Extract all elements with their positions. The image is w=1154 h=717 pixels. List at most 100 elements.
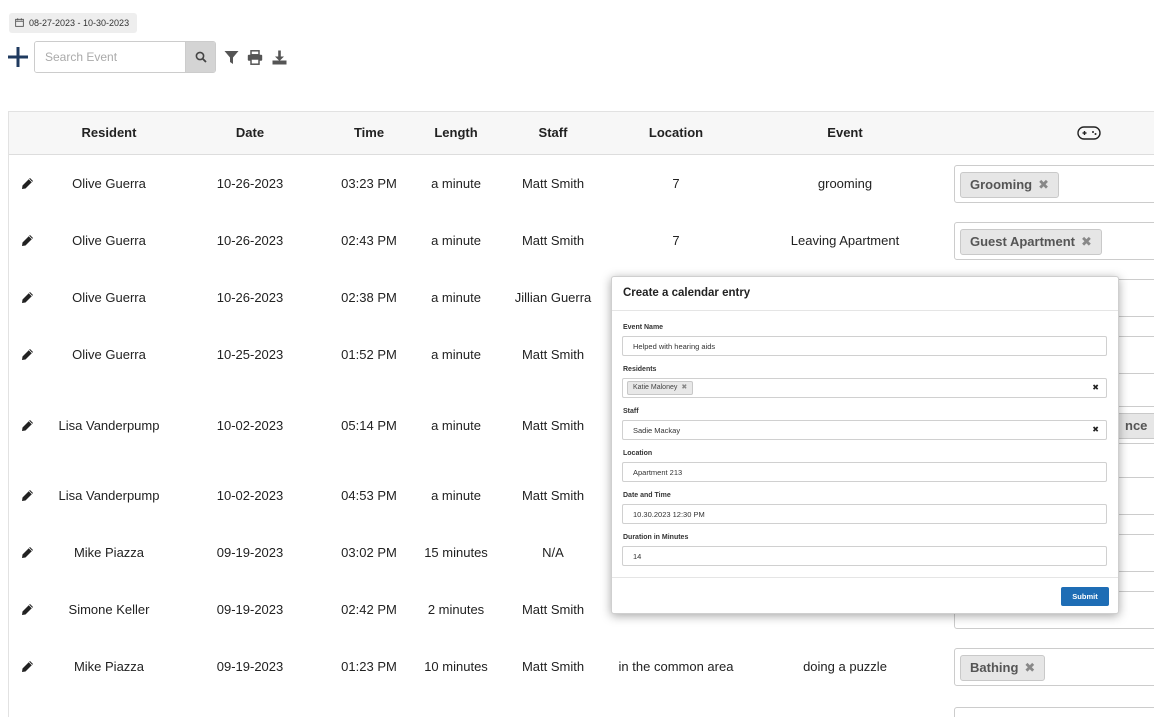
pencil-icon (21, 547, 33, 558)
edit-button[interactable] (19, 581, 35, 638)
remove-resident-icon[interactable]: ✖ (681, 384, 687, 391)
edit-button[interactable] (19, 212, 35, 269)
gamepad-icon (1077, 126, 1101, 140)
search-icon (195, 51, 207, 63)
residents-select[interactable]: Katie Maloney ✖ ✖ (622, 378, 1107, 398)
pencil-icon (21, 490, 33, 501)
staff-cell: Jillian Guerra (514, 290, 592, 305)
header-staff[interactable]: Staff (503, 112, 603, 154)
clear-staff-icon[interactable]: ✖ (1092, 425, 1099, 434)
table-row[interactable] (9, 695, 1154, 717)
date-range-text: 08-27-2023 - 10-30-2023 (29, 18, 130, 28)
download-button[interactable] (270, 48, 288, 66)
tag-label: Bathing (970, 660, 1019, 675)
header-event[interactable]: Event (755, 112, 935, 154)
date-cell: 09-19-2023 (216, 602, 284, 617)
resident-tag-label: Katie Maloney (633, 384, 678, 391)
header-time[interactable]: Time (329, 112, 409, 154)
remove-tag-icon[interactable]: ✖ (1081, 234, 1092, 249)
length-cell: a minute (431, 176, 481, 191)
time-cell: 03:02 PM (341, 545, 397, 560)
header-date[interactable]: Date (190, 112, 310, 154)
search-button[interactable] (185, 42, 215, 72)
staff-cell: N/A (542, 545, 564, 560)
tag-label: Guest Apartment (970, 234, 1075, 249)
duration-label: Duration in Minutes (623, 534, 689, 541)
pencil-icon (21, 292, 33, 303)
table-row[interactable]: Mike Piazza 09-19-2023 01:23 PM 10 minutes M… (9, 638, 1154, 696)
length-cell: 10 minutes (424, 659, 488, 674)
date-cell: 09-19-2023 (216, 545, 284, 560)
location-value: Apartment 213 (633, 467, 683, 477)
length-cell: a minute (431, 417, 481, 433)
tag-chip[interactable]: nce✖ (1115, 413, 1154, 439)
date-range-picker[interactable]: 08-27-2023 - 10-30-2023 (9, 13, 138, 33)
event-name-label: Event Name (623, 324, 664, 331)
remove-tag-icon[interactable]: ✖ (1024, 660, 1035, 675)
resident-cell: Simone Keller (68, 602, 150, 617)
filter-button[interactable] (222, 48, 240, 66)
edit-button[interactable] (19, 638, 35, 695)
header-location[interactable]: Location (606, 112, 746, 154)
datetime-field[interactable]: 10.30.2023 12:30 PM (622, 504, 1107, 524)
edit-button[interactable] (19, 383, 35, 467)
staff-cell: Matt Smith (521, 488, 585, 503)
plus-icon (8, 47, 28, 67)
resident-cell: Olive Guerra (72, 176, 146, 191)
clear-residents-icon[interactable]: ✖ (1092, 383, 1099, 392)
tag-select[interactable]: Guest Apartment ✖ (954, 222, 1154, 260)
event-name-value: Helped with hearing aids (633, 341, 716, 351)
date-cell: 10-25-2023 (216, 347, 284, 362)
time-cell: 02:38 PM (341, 290, 397, 305)
header-resident[interactable]: Resident (49, 112, 169, 154)
search-input[interactable] (35, 42, 185, 72)
event-cell: grooming (817, 176, 873, 191)
edit-button[interactable] (19, 269, 35, 326)
edit-button[interactable] (19, 155, 35, 212)
modal-title: Create a calendar entry (623, 287, 751, 299)
datetime-label: Date and Time (623, 492, 671, 499)
pencil-icon (21, 604, 33, 615)
pencil-icon (21, 178, 33, 189)
resident-cell: Olive Guerra (72, 233, 146, 248)
resident-tag[interactable]: Katie Maloney ✖ (627, 381, 694, 395)
event-cell: doing a puzzle (803, 659, 887, 674)
duration-value: 14 (633, 551, 642, 561)
pencil-icon (21, 349, 33, 360)
tag-chip[interactable]: Bathing ✖ (960, 655, 1046, 681)
event-name-field[interactable]: Helped with hearing aids (622, 336, 1107, 356)
submit-button[interactable]: Submit (1061, 587, 1109, 606)
header-tags-column[interactable] (1074, 112, 1104, 154)
duration-field[interactable]: 14 (622, 546, 1107, 566)
time-cell: 01:23 PM (341, 659, 397, 674)
remove-tag-icon[interactable]: ✖ (1038, 177, 1049, 192)
edit-button[interactable] (19, 467, 35, 524)
table-row[interactable]: Olive Guerra 10-26-2023 02:43 PM a minute Ma… (9, 212, 1154, 270)
staff-select[interactable]: Sadie Mackay ✖ (622, 420, 1107, 440)
add-event-button[interactable] (7, 42, 29, 72)
time-cell: 02:42 PM (341, 602, 397, 617)
header-length[interactable]: Length (416, 112, 496, 154)
staff-cell: Matt Smith (521, 659, 585, 674)
modal-divider (612, 310, 1118, 311)
location-label: Location (623, 450, 653, 457)
tag-select[interactable]: Grooming ✖ (954, 165, 1154, 203)
tag-chip[interactable]: Guest Apartment ✖ (960, 229, 1102, 255)
edit-button[interactable] (19, 524, 35, 581)
edit-button[interactable] (19, 326, 35, 383)
staff-cell: Matt Smith (521, 233, 585, 248)
date-cell: 10-26-2023 (216, 233, 284, 248)
print-button[interactable] (246, 48, 264, 66)
length-cell: 15 minutes (424, 545, 488, 560)
tag-select[interactable]: Bathing ✖ (954, 648, 1154, 686)
date-cell: 09-19-2023 (216, 659, 284, 674)
create-calendar-entry-modal: Create a calendar entry Event Name Helpe… (611, 276, 1119, 614)
table-header: Resident Date Time Length Staff Location… (9, 112, 1154, 155)
resident-cell: Mike Piazza (73, 545, 145, 560)
tag-chip[interactable]: Grooming ✖ (960, 172, 1060, 198)
table-row[interactable]: Olive Guerra 10-26-2023 03:23 PM a minute Ma… (9, 155, 1154, 213)
date-cell: 10-26-2023 (216, 176, 284, 191)
date-cell: 10-26-2023 (216, 290, 284, 305)
search-box (34, 41, 216, 73)
location-field[interactable]: Apartment 213 (622, 462, 1107, 482)
